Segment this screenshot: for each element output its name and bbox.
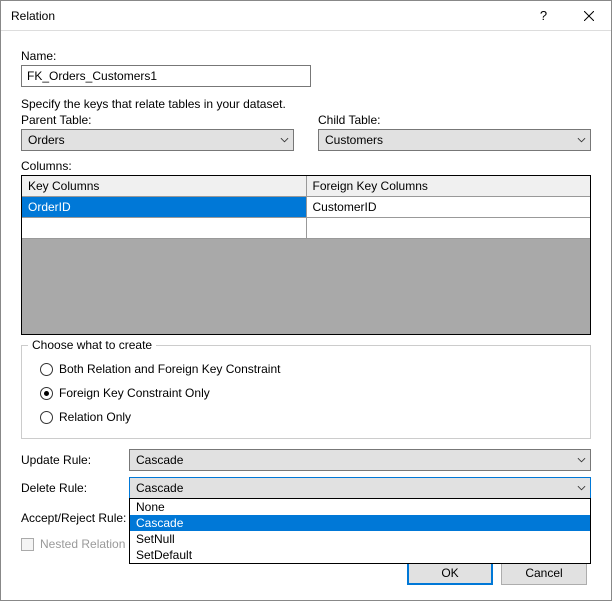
parent-table-combo[interactable]: Orders [21,129,294,151]
chevron-down-icon [577,456,586,465]
window-title: Relation [1,9,521,23]
key-column-cell[interactable] [22,218,307,238]
columns-grid[interactable]: Key Columns Foreign Key Columns OrderID … [21,175,591,335]
update-rule-value: Cascade [136,453,183,467]
nested-relation-checkbox [21,538,34,551]
create-legend: Choose what to create [28,338,156,352]
fk-columns-header: Foreign Key Columns [307,176,591,196]
close-button[interactable] [566,1,611,31]
chevron-down-icon [577,484,586,493]
radio-label: Relation Only [59,410,131,424]
dropdown-option[interactable]: Cascade [130,515,590,531]
child-table-combo[interactable]: Customers [318,129,591,151]
hint-text: Specify the keys that relate tables in y… [21,97,591,111]
delete-rule-dropdown[interactable]: None Cascade SetNull SetDefault [129,498,591,564]
radio-label: Foreign Key Constraint Only [59,386,210,400]
chevron-down-icon [280,136,289,145]
key-column-cell[interactable]: OrderID [22,197,307,217]
delete-rule-label: Delete Rule: [21,481,129,495]
radio-icon [40,363,53,376]
ok-button[interactable]: OK [407,561,493,585]
dialog-content: Name: Specify the keys that relate table… [1,31,611,597]
name-label: Name: [21,49,591,63]
help-button[interactable]: ? [521,1,566,31]
fk-column-cell[interactable] [307,218,591,238]
close-icon [584,11,594,21]
child-table-label: Child Table: [318,113,591,127]
radio-both[interactable]: Both Relation and Foreign Key Constraint [40,360,580,378]
radio-relation-only[interactable]: Relation Only [40,408,580,426]
parent-table-value: Orders [28,133,65,147]
child-table-value: Customers [325,133,383,147]
update-rule-row: Update Rule: Cascade [21,449,591,471]
update-rule-combo[interactable]: Cascade [129,449,591,471]
name-input[interactable] [21,65,311,87]
nested-relation-label: Nested Relation [40,537,125,551]
tables-row: Parent Table: Orders Child Table: Custom… [21,113,591,151]
dropdown-option[interactable]: None [130,499,590,515]
dropdown-option[interactable]: SetDefault [130,547,590,563]
table-row[interactable] [22,218,590,239]
parent-table-label: Parent Table: [21,113,294,127]
title-bar: Relation ? [1,1,611,31]
key-columns-header: Key Columns [22,176,307,196]
columns-label: Columns: [21,159,591,173]
delete-rule-combo[interactable]: Cascade [129,477,591,499]
button-row: OK Cancel [21,561,591,585]
cancel-button[interactable]: Cancel [501,561,587,585]
create-groupbox: Choose what to create Both Relation and … [21,345,591,439]
delete-rule-value: Cascade [136,481,183,495]
radio-fk-only[interactable]: Foreign Key Constraint Only [40,384,580,402]
dropdown-option[interactable]: SetNull [130,531,590,547]
chevron-down-icon [577,136,586,145]
update-rule-label: Update Rule: [21,453,129,467]
table-row[interactable]: OrderID CustomerID [22,197,590,218]
columns-header-row: Key Columns Foreign Key Columns [22,176,590,197]
radio-icon [40,387,53,400]
fk-column-cell[interactable]: CustomerID [307,197,591,217]
delete-rule-row: Delete Rule: Cascade None Cascade SetNul… [21,477,591,499]
radio-label: Both Relation and Foreign Key Constraint [59,362,280,376]
radio-icon [40,411,53,424]
accept-reject-label: Accept/Reject Rule: [21,511,129,525]
